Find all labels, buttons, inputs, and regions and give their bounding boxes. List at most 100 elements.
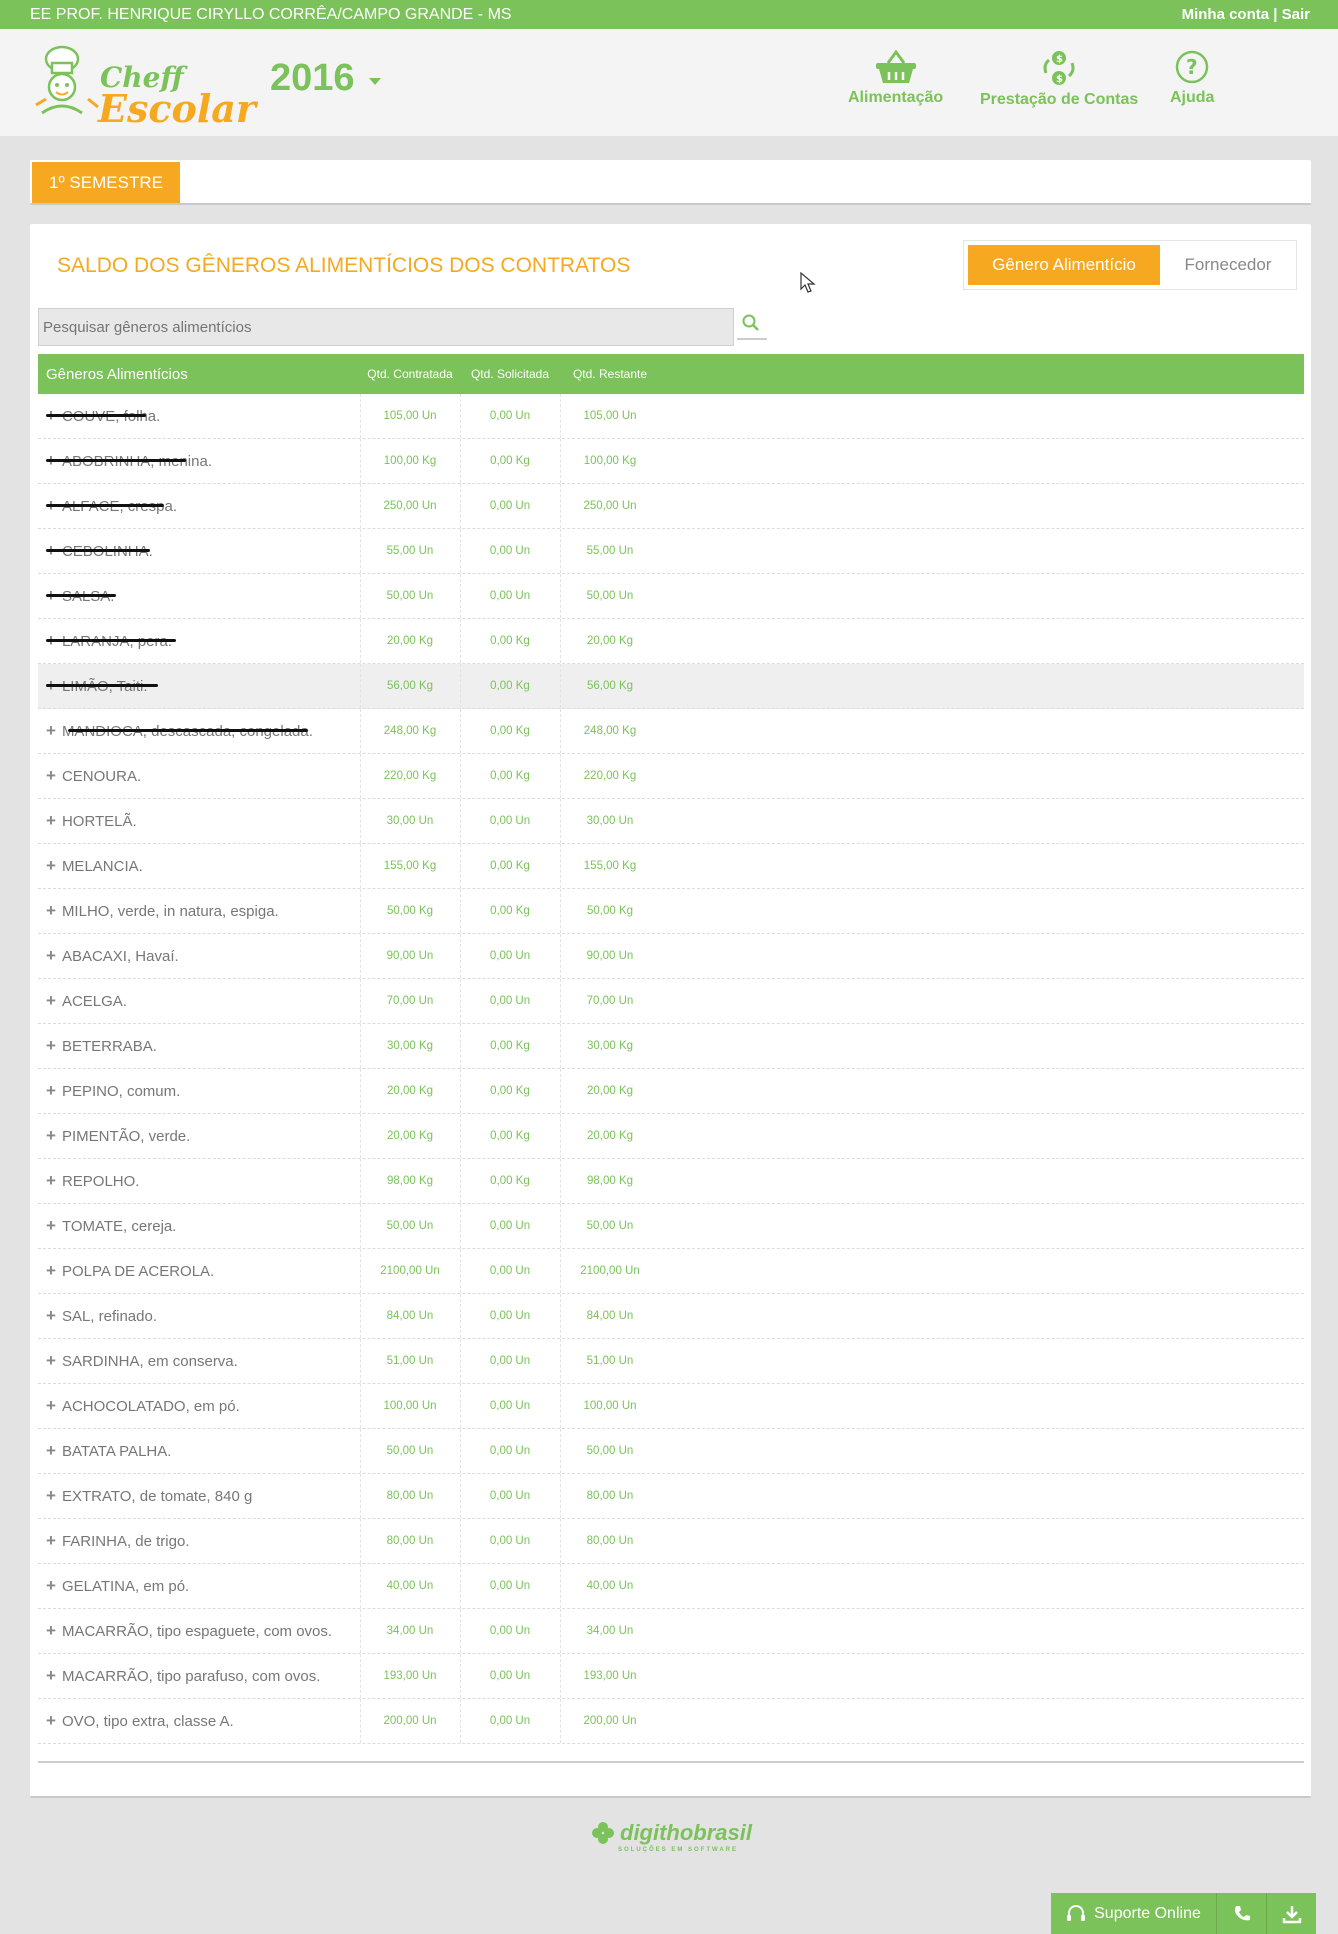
table-row[interactable]: +CEBOLINHA.55,00 Un0,00 Un55,00 Un bbox=[38, 529, 1304, 574]
my-account-link[interactable]: Minha conta bbox=[1182, 6, 1270, 23]
food-item-name[interactable]: + SARDINHA, em conserva. bbox=[46, 1339, 360, 1383]
expand-icon[interactable]: + bbox=[46, 811, 56, 831]
table-row[interactable]: + BATATA PALHA. 50,00 Un 0,00 Un 50,00 Un bbox=[38, 1429, 1304, 1474]
food-item-name[interactable]: + ACELGA. bbox=[46, 979, 360, 1023]
expand-icon[interactable]: + bbox=[46, 766, 56, 786]
food-item-name[interactable]: + BETERRABA. bbox=[46, 1024, 360, 1068]
nav-food[interactable]: Alimentação bbox=[848, 49, 943, 107]
table-row[interactable]: + EXTRATO, de tomate, 840 g 80,00 Un 0,00 U… bbox=[38, 1474, 1304, 1519]
food-item-name[interactable]: + POLPA DE ACEROLA. bbox=[46, 1249, 360, 1293]
expand-icon[interactable]: + bbox=[46, 1126, 56, 1146]
table-row[interactable]: +LIMÃO, Taiti.56,00 Kg0,00 Kg56,00 Kg bbox=[38, 664, 1304, 709]
food-item-name[interactable]: + PIMENTÃO, verde. bbox=[46, 1114, 360, 1158]
nav-accounts[interactable]: $ $ Prestação de Contas bbox=[980, 49, 1138, 109]
food-item-label: PIMENTÃO, verde. bbox=[61, 1127, 191, 1145]
food-item-name[interactable]: + MELANCIA. bbox=[46, 844, 360, 888]
food-item-name[interactable]: + ACHOCOLATADO, em pó. bbox=[46, 1384, 360, 1428]
table-row[interactable]: + SAL, refinado. 84,00 Un 0,00 Un 84,00 Un bbox=[38, 1294, 1304, 1339]
table-row[interactable]: + ACHOCOLATADO, em pó. 100,00 Un 0,00 Un 100… bbox=[38, 1384, 1304, 1429]
food-item-name[interactable]: + PEPINO, comum. bbox=[46, 1069, 360, 1113]
food-item-name[interactable]: + HORTELÃ. bbox=[46, 799, 360, 843]
table-row[interactable]: + MELANCIA. 155,00 Kg 0,00 Kg 155,00 Kg bbox=[38, 844, 1304, 889]
food-item-name[interactable]: + OVO, tipo extra, classe A. bbox=[46, 1699, 360, 1743]
table-row[interactable]: +COUVE, folha.105,00 Un0,00 Un105,00 Un bbox=[38, 394, 1304, 439]
search-input[interactable] bbox=[38, 308, 734, 346]
expand-icon[interactable]: + bbox=[46, 1711, 56, 1731]
food-item-name[interactable]: + EXTRATO, de tomate, 840 g bbox=[46, 1474, 360, 1518]
table-row[interactable]: + MACARRÃO, tipo espaguete, com ovos. 34,0… bbox=[38, 1609, 1304, 1654]
headset-icon bbox=[1067, 1904, 1086, 1921]
col-header-requested[interactable]: Qtd. Solicitada bbox=[460, 354, 560, 394]
expand-icon[interactable]: + bbox=[46, 1351, 56, 1371]
tab-first-semester[interactable]: 1º SEMESTRE bbox=[32, 162, 180, 203]
table-row[interactable]: + PIMENTÃO, verde. 20,00 Kg 0,00 Kg 20,00 Kg bbox=[38, 1114, 1304, 1159]
table-row[interactable]: + ACELGA. 70,00 Un 0,00 Un 70,00 Un bbox=[38, 979, 1304, 1024]
nav-help[interactable]: ? Ajuda bbox=[1170, 49, 1214, 107]
expand-icon[interactable]: + bbox=[46, 1306, 56, 1326]
table-row[interactable]: + POLPA DE ACEROLA. 2100,00 Un 0,00 Un 2100,… bbox=[38, 1249, 1304, 1294]
table-row[interactable]: + BETERRABA. 30,00 Kg 0,00 Kg 30,00 Kg bbox=[38, 1024, 1304, 1069]
table-row[interactable]: + GELATINA, em pó. 40,00 Un 0,00 Un 40,00 Un bbox=[38, 1564, 1304, 1609]
table-row[interactable]: + PEPINO, comum. 20,00 Kg 0,00 Kg 20,00 Kg bbox=[38, 1069, 1304, 1114]
expand-icon[interactable]: + bbox=[46, 946, 56, 966]
expand-icon[interactable]: + bbox=[46, 1666, 56, 1686]
qty-contracted: 90,00 Un bbox=[386, 950, 434, 962]
online-support-button[interactable]: Suporte Online bbox=[1051, 1893, 1216, 1934]
phone-button[interactable] bbox=[1216, 1893, 1266, 1934]
food-item-name[interactable]: + MACARRÃO, tipo parafuso, com ovos. bbox=[46, 1654, 360, 1698]
food-item-name[interactable]: + REPOLHO. bbox=[46, 1159, 360, 1203]
expand-icon[interactable]: + bbox=[46, 1216, 56, 1236]
table-row[interactable]: +ABOBRINHA, menina.100,00 Kg0,00 Kg100,0… bbox=[38, 439, 1304, 484]
table-row[interactable]: + MACARRÃO, tipo parafuso, com ovos. 193,0… bbox=[38, 1654, 1304, 1699]
qty-contracted: 20,00 Kg bbox=[386, 1130, 434, 1142]
expand-icon[interactable]: + bbox=[46, 1576, 56, 1596]
table-row[interactable]: +LARANJA, pera.20,00 Kg0,00 Kg20,00 Kg bbox=[38, 619, 1304, 664]
qty-requested: 0,00 Un bbox=[489, 815, 531, 827]
table-row[interactable]: + MILHO, verde, in natura, espiga. 50,00 K… bbox=[38, 889, 1304, 934]
food-item-name[interactable]: + MILHO, verde, in natura, espiga. bbox=[46, 889, 360, 933]
expand-icon[interactable]: + bbox=[46, 1486, 56, 1506]
col-header-food[interactable]: Gêneros Alimentícios bbox=[38, 354, 360, 394]
download-button[interactable] bbox=[1266, 1893, 1316, 1934]
year-selector[interactable]: 2016 bbox=[270, 57, 381, 100]
expand-icon[interactable]: + bbox=[46, 1441, 56, 1461]
expand-icon[interactable]: + bbox=[46, 1036, 56, 1056]
expand-icon[interactable]: + bbox=[46, 901, 56, 921]
table-row[interactable]: + ABACAXI, Havaí. 90,00 Un 0,00 Un 90,00 Un bbox=[38, 934, 1304, 979]
food-item-name[interactable]: + TOMATE, cereja. bbox=[46, 1204, 360, 1248]
food-item-name[interactable]: + GELATINA, em pó. bbox=[46, 1564, 360, 1608]
expand-icon[interactable]: + bbox=[46, 1081, 56, 1101]
food-item-name[interactable]: + ABACAXI, Havaí. bbox=[46, 934, 360, 978]
food-item-name[interactable]: + FARINHA, de trigo. bbox=[46, 1519, 360, 1563]
expand-icon[interactable]: + bbox=[46, 721, 56, 741]
expand-icon[interactable]: + bbox=[46, 1621, 56, 1641]
logout-link[interactable]: Sair bbox=[1282, 6, 1310, 23]
search-button[interactable] bbox=[737, 310, 767, 340]
expand-icon[interactable]: + bbox=[46, 991, 56, 1011]
toggle-supplier[interactable]: Fornecedor bbox=[1160, 241, 1296, 289]
expand-icon[interactable]: + bbox=[46, 1171, 56, 1191]
table-row[interactable]: + CENOURA. 220,00 Kg 0,00 Kg 220,00 Kg bbox=[38, 754, 1304, 799]
expand-icon[interactable]: + bbox=[46, 1531, 56, 1551]
food-item-name[interactable]: + SAL, refinado. bbox=[46, 1294, 360, 1338]
food-item-name[interactable]: + MACARRÃO, tipo espaguete, com ovos. bbox=[46, 1609, 360, 1653]
expand-icon[interactable]: + bbox=[46, 1396, 56, 1416]
table-row[interactable]: + REPOLHO. 98,00 Kg 0,00 Kg 98,00 Kg bbox=[38, 1159, 1304, 1204]
table-row[interactable]: +MANDIOCA, descascada, congelada.248,00 … bbox=[38, 709, 1304, 754]
food-item-name[interactable]: + CENOURA. bbox=[46, 754, 360, 798]
food-item-name[interactable]: + BATATA PALHA. bbox=[46, 1429, 360, 1473]
toggle-food-item[interactable]: Gênero Alimentício bbox=[968, 245, 1160, 285]
table-row[interactable]: +ALFACE, crespa.250,00 Un0,00 Un250,00 U… bbox=[38, 484, 1304, 529]
expand-icon[interactable]: + bbox=[46, 856, 56, 876]
table-row[interactable]: + SARDINHA, em conserva. 51,00 Un 0,00 Un 51… bbox=[38, 1339, 1304, 1384]
col-header-remaining[interactable]: Qtd. Restante bbox=[560, 354, 660, 394]
col-header-contracted[interactable]: Qtd. Contratada bbox=[360, 354, 460, 394]
table-row[interactable]: + HORTELÃ. 30,00 Un 0,00 Un 30,00 Un bbox=[38, 799, 1304, 844]
table-row[interactable]: + FARINHA, de trigo. 80,00 Un 0,00 Un 80,00 … bbox=[38, 1519, 1304, 1564]
table-row[interactable]: + TOMATE, cereja. 50,00 Un 0,00 Un 50,00 Un bbox=[38, 1204, 1304, 1249]
table-row[interactable]: +SALSA.50,00 Un0,00 Un50,00 Un bbox=[38, 574, 1304, 619]
app-logo[interactable]: Cheff Escolar bbox=[32, 41, 256, 131]
expand-icon[interactable]: + bbox=[46, 1261, 56, 1281]
table-row[interactable]: + OVO, tipo extra, classe A. 200,00 Un 0,00… bbox=[38, 1699, 1304, 1744]
logo-text-escolar: Escolar bbox=[98, 86, 256, 131]
